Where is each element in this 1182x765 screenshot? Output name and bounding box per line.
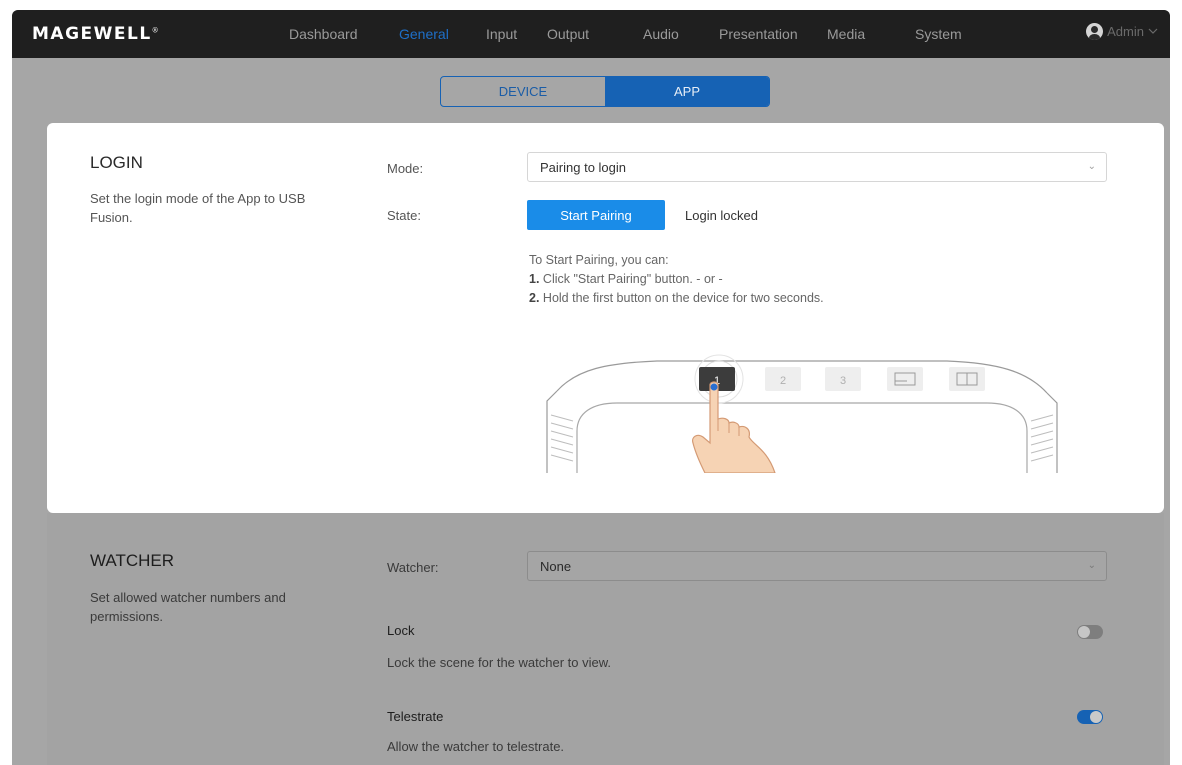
nav-dashboard[interactable]: Dashboard xyxy=(289,26,358,42)
section-title-watcher: WATCHER xyxy=(90,551,175,570)
state-label: State: xyxy=(387,208,421,223)
mode-select[interactable]: Pairing to login ⌄ xyxy=(527,152,1107,182)
mode-select-value: Pairing to login xyxy=(540,160,626,175)
section-desc-watcher: Set allowed watcher numbers and permissi… xyxy=(90,590,286,624)
instruction-step-1: 1. Click "Start Pairing" button. - or - xyxy=(529,272,723,286)
user-name: Admin xyxy=(1107,24,1144,39)
pairing-instructions: To Start Pairing, you can: 1. Click "Sta… xyxy=(529,251,824,308)
nav-general[interactable]: General xyxy=(399,26,449,42)
nav-system[interactable]: System xyxy=(915,26,962,42)
chevron-down-icon xyxy=(1148,28,1158,34)
lock-toggle[interactable] xyxy=(1077,625,1103,639)
watcher-select-value: None xyxy=(540,559,572,574)
top-nav-bar: MAGEWELL® Dashboard General Input Output… xyxy=(12,10,1170,58)
instructions-intro: To Start Pairing, you can: xyxy=(529,253,669,267)
layout-pip-button xyxy=(887,367,923,391)
mode-label: Mode: xyxy=(387,161,424,176)
section-desc-login: Set the login mode of the App to USB Fus… xyxy=(90,191,306,225)
start-pairing-button[interactable]: Start Pairing xyxy=(527,200,665,230)
nav-audio[interactable]: Audio xyxy=(643,26,679,42)
nav-media[interactable]: Media xyxy=(827,26,865,42)
login-state-status: Login locked xyxy=(685,208,758,223)
nav-presentation[interactable]: Presentation xyxy=(719,26,798,42)
watcher-select[interactable]: None ⌄ xyxy=(527,551,1107,581)
telestrate-title: Telestrate xyxy=(387,709,444,724)
user-menu[interactable]: Admin xyxy=(1086,23,1158,40)
section-title-login: LOGIN xyxy=(90,153,143,172)
device-app-tabs: DEVICE APP xyxy=(440,76,770,107)
app-window: MAGEWELL® Dashboard General Input Output… xyxy=(12,10,1170,765)
svg-text:3: 3 xyxy=(840,375,846,387)
tab-app[interactable]: APP xyxy=(605,77,769,106)
watcher-section: WATCHER Set allowed watcher numbers and … xyxy=(47,513,1164,765)
user-avatar-icon xyxy=(1086,23,1104,40)
watcher-label: Watcher: xyxy=(387,560,439,575)
instruction-step-2: 2. Hold the first button on the device f… xyxy=(529,291,824,305)
magewell-logo: MAGEWELL® xyxy=(32,24,159,44)
lock-title: Lock xyxy=(387,623,415,638)
nav-input[interactable]: Input xyxy=(486,26,517,42)
device-illustration: 1 2 3 xyxy=(546,354,1058,473)
telestrate-description: Allow the watcher to telestrate. xyxy=(387,739,565,754)
finger-pointing-icon xyxy=(692,381,776,473)
lock-description: Lock the scene for the watcher to view. xyxy=(387,655,612,670)
nav-output[interactable]: Output xyxy=(547,26,589,42)
telestrate-toggle[interactable] xyxy=(1077,710,1103,724)
tab-device[interactable]: DEVICE xyxy=(441,77,605,106)
svg-text:2: 2 xyxy=(780,375,786,387)
login-section: LOGIN Set the login mode of the App to U… xyxy=(47,123,1164,513)
chevron-down-icon: ⌄ xyxy=(1087,161,1096,172)
chevron-down-icon: ⌄ xyxy=(1087,560,1096,571)
